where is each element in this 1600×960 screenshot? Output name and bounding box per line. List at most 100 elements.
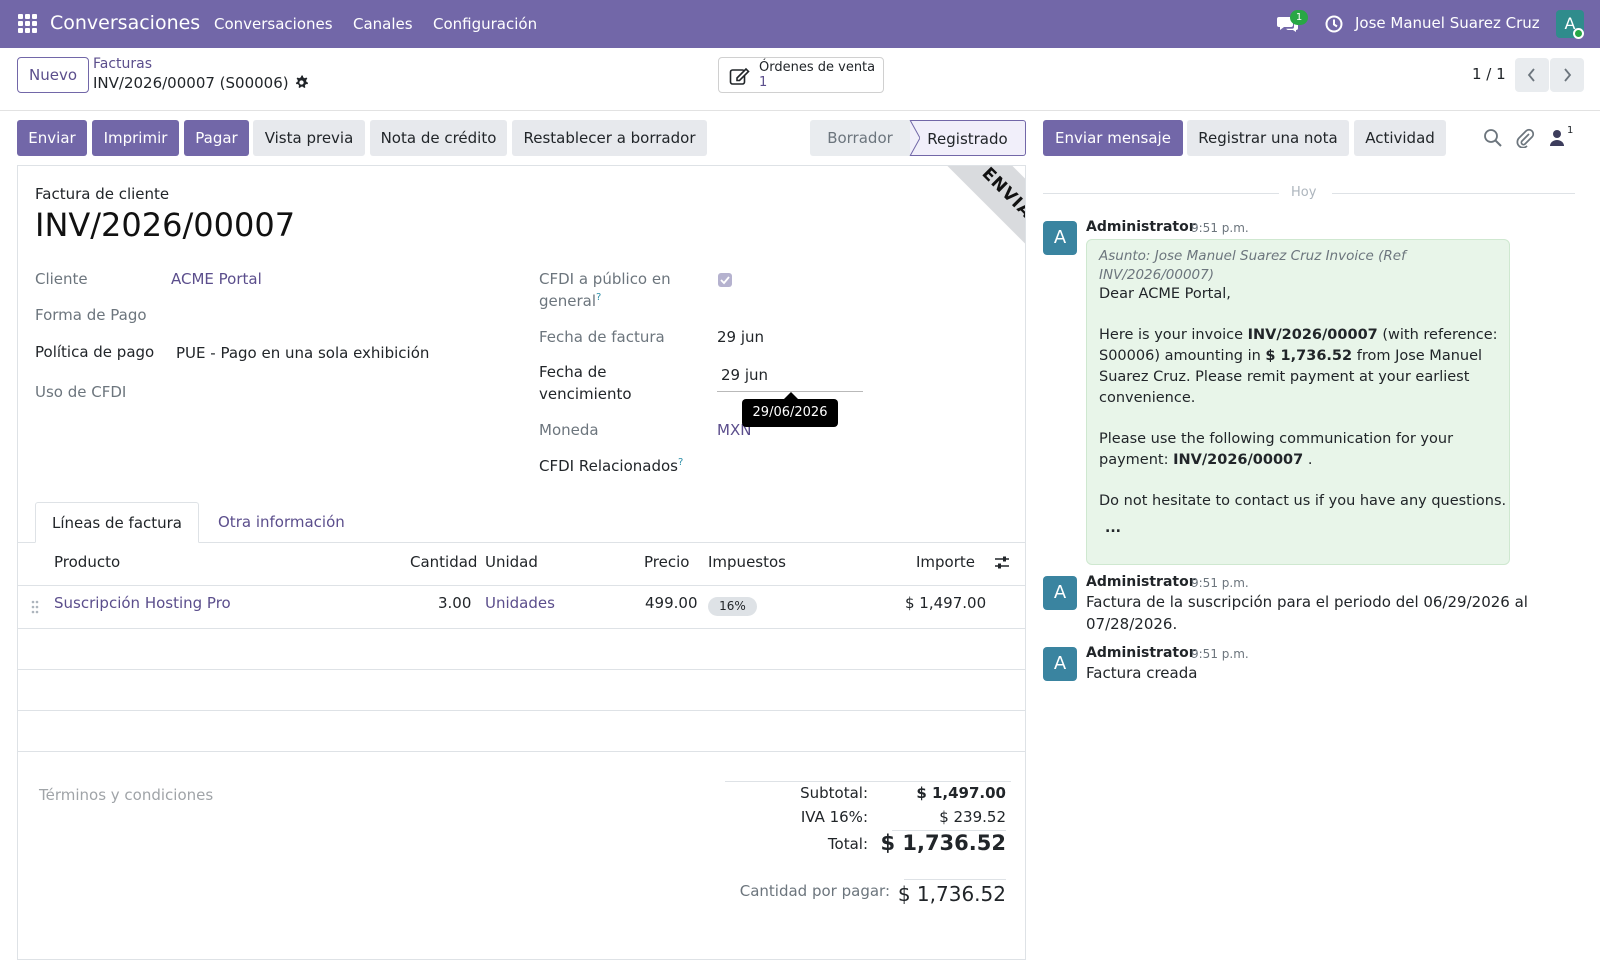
col-taxes[interactable]: Impuestos <box>708 553 786 571</box>
payment-form-label: Forma de Pago <box>35 306 147 324</box>
reset-draft-button[interactable]: Restablecer a borrador <box>512 120 707 156</box>
column-settings-icon[interactable] <box>994 555 1010 571</box>
menu-configuracion[interactable]: Configuración <box>433 15 537 33</box>
paperclip-icon[interactable] <box>1515 128 1535 148</box>
line-unit[interactable]: Unidades <box>485 594 555 612</box>
row-divider <box>18 628 1025 629</box>
help-icon[interactable]: ? <box>678 457 683 468</box>
col-unit[interactable]: Unidad <box>485 553 538 571</box>
message-author[interactable]: Administrator <box>1086 219 1196 235</box>
due-date-label-1: Fecha de <box>539 363 607 381</box>
row-divider <box>18 751 1025 752</box>
message-body: 07/28/2026. <box>1086 615 1178 633</box>
search-icon[interactable] <box>1483 128 1503 148</box>
amount-due-divider <box>904 879 1006 880</box>
message-line: S00006) amounting in $ 1,736.52 from Jos… <box>1099 346 1482 367</box>
message-invoice-ref: INV/2026/00007 <box>1247 327 1378 343</box>
followers-icon[interactable] <box>1550 129 1564 147</box>
tax-label: IVA 16%: <box>800 808 868 826</box>
message-body: Factura creada <box>1086 664 1198 682</box>
message-line: payment: INV/2026/00007 . <box>1099 450 1312 471</box>
user-name[interactable]: Jose Manuel Suarez Cruz <box>1355 14 1540 32</box>
message-author[interactable]: Administrator <box>1086 574 1196 590</box>
customer-value[interactable]: ACME Portal <box>171 270 262 288</box>
avatar[interactable]: A <box>1043 576 1077 610</box>
pager-previous-button[interactable] <box>1515 58 1549 92</box>
clock-icon[interactable] <box>1325 15 1343 33</box>
message-expand-button[interactable]: ... <box>1105 520 1121 536</box>
avatar[interactable]: A <box>1043 647 1077 681</box>
invoice-date-label: Fecha de factura <box>539 328 665 346</box>
row-divider <box>18 669 1025 670</box>
preview-button[interactable]: Vista previa <box>253 120 365 156</box>
message-line: Suarez Cruz. Please remit payment at you… <box>1099 369 1470 385</box>
sent-ribbon: ENVIADO <box>927 166 1025 295</box>
print-button[interactable]: Imprimir <box>92 120 179 156</box>
breadcrumb-parent[interactable]: Facturas <box>93 56 152 72</box>
message-line: Here is your invoice INV/2026/00007 (wit… <box>1099 325 1498 346</box>
table-row[interactable]: Suscripción Hosting Pro 3.00 Unidades 49… <box>18 586 1025 628</box>
message-text: (with reference: <box>1377 327 1498 343</box>
tab-invoice-lines[interactable]: Líneas de factura <box>35 502 199 543</box>
message-author[interactable]: Administrator <box>1086 645 1196 661</box>
line-price: 499.00 <box>645 594 698 612</box>
invoice-date-value[interactable]: 29 jun <box>717 328 764 346</box>
col-price[interactable]: Precio <box>644 553 689 571</box>
cfdi-public-label-2: general? <box>539 292 601 310</box>
amount-due-value: $ 1,736.52 <box>897 882 1006 906</box>
send-button[interactable]: Enviar <box>17 120 87 156</box>
stage-posted[interactable]: Registrado <box>910 120 1026 156</box>
day-separator: Hoy <box>1291 185 1317 200</box>
line-tax-badge: 16% <box>708 597 757 616</box>
line-quantity: 3.00 <box>438 594 472 612</box>
message-line: Please use the following communication f… <box>1099 431 1454 447</box>
col-product[interactable]: Producto <box>54 553 120 571</box>
currency-label: Moneda <box>539 421 599 439</box>
message-text: Here is your invoice <box>1099 327 1248 343</box>
credit-note-button[interactable]: Nota de crédito <box>370 120 507 156</box>
col-amount[interactable]: Importe <box>916 553 975 571</box>
activity-button[interactable]: Actividad <box>1354 120 1446 156</box>
related-cfdi-label-text: CFDI Relacionados <box>539 457 678 475</box>
due-date-label-2: vencimiento <box>539 385 632 403</box>
tab-other-info[interactable]: Otra información <box>218 502 345 542</box>
apps-grid-icon[interactable] <box>18 14 38 34</box>
sales-orders-label: Órdenes de venta <box>759 60 876 75</box>
message-line: convenience. <box>1099 390 1196 406</box>
app-name[interactable]: Conversaciones <box>50 12 200 34</box>
gear-icon[interactable] <box>294 75 309 90</box>
stage-draft[interactable]: Borrador <box>810 120 910 156</box>
help-icon[interactable]: ? <box>596 292 601 303</box>
message-time: 9:51 p.m. <box>1191 576 1249 590</box>
pager-value[interactable]: 1 / 1 <box>1472 65 1506 83</box>
check-icon <box>720 276 730 285</box>
row-divider <box>18 710 1025 711</box>
drag-handle-icon[interactable] <box>31 600 39 614</box>
pager-next-button[interactable] <box>1550 58 1584 92</box>
message-invoice-ref: INV/2026/00007 <box>1173 452 1304 468</box>
cfdi-public-label: CFDI a público en <box>539 270 671 288</box>
menu-canales[interactable]: Canales <box>353 15 413 33</box>
cfdi-public-checkbox[interactable] <box>718 273 732 287</box>
chevron-right-icon <box>1564 68 1572 82</box>
due-date-value[interactable]: 29 jun <box>721 366 768 384</box>
line-product[interactable]: Suscripción Hosting Pro <box>54 594 231 612</box>
message-amount: $ 1,736.52 <box>1265 348 1353 364</box>
total-value: $ 1,736.52 <box>880 831 1006 855</box>
menu-conversaciones[interactable]: Conversaciones <box>214 15 333 33</box>
avatar[interactable]: A <box>1043 221 1077 255</box>
col-quantity[interactable]: Cantidad <box>410 553 477 571</box>
sales-orders-smart-button[interactable]: Órdenes de venta 1 <box>718 57 884 93</box>
new-button[interactable]: Nuevo <box>17 57 89 93</box>
customer-label: Cliente <box>35 270 88 288</box>
sales-orders-count: 1 <box>759 75 768 90</box>
message-text: . <box>1303 452 1313 468</box>
send-message-button[interactable]: Enviar mensaje <box>1043 120 1183 156</box>
terms-conditions-field[interactable]: Términos y condiciones <box>39 786 213 804</box>
log-note-button[interactable]: Registrar una nota <box>1187 120 1349 156</box>
payment-policy-value[interactable]: PUE - Pago en una sola exhibición <box>176 344 429 362</box>
status-bar: Borrador Registrado <box>810 120 1026 156</box>
top-navbar: Conversaciones Conversaciones Canales Co… <box>0 0 1600 48</box>
line-amount: $ 1,497.00 <box>905 594 987 612</box>
pay-button[interactable]: Pagar <box>184 120 249 156</box>
